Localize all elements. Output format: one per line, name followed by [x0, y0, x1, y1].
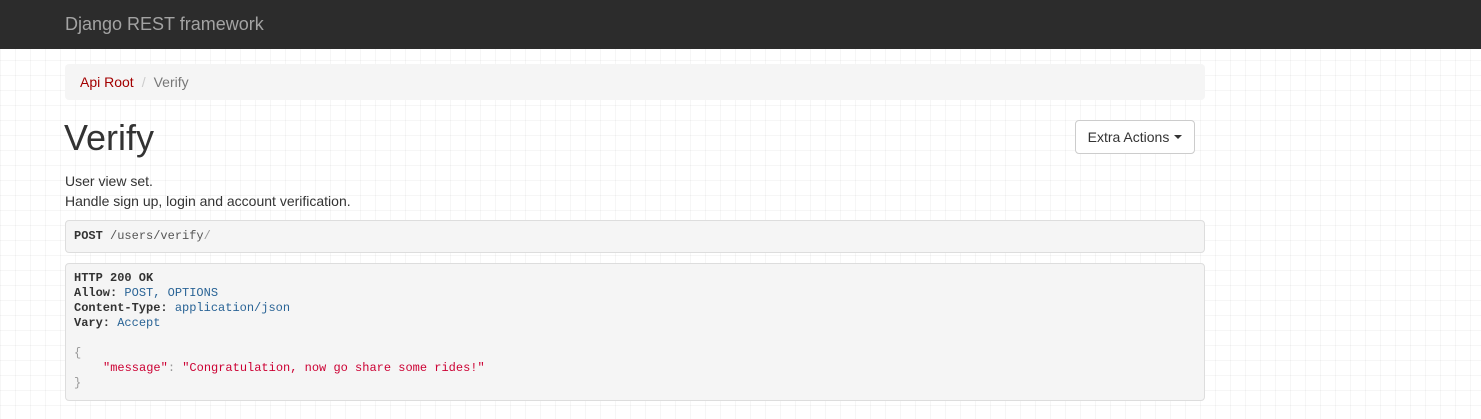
response-status: HTTP 200 OK [74, 271, 154, 285]
response-info: HTTP 200 OK Allow: POST, OPTIONS Content… [65, 263, 1205, 401]
response-header-key: Allow: [74, 286, 118, 300]
page-title: Verify [64, 117, 155, 158]
response-header-value: POST, OPTIONS [124, 286, 219, 300]
description-line: Handle sign up, login and account verifi… [65, 193, 351, 209]
extra-actions-label: Extra Actions [1087, 129, 1170, 145]
breadcrumb-api-root-link[interactable]: Api Root [80, 74, 134, 90]
extra-actions-button[interactable]: Extra Actions [1075, 120, 1195, 154]
breadcrumb-separator: / [141, 74, 146, 90]
json-open-brace: { [74, 346, 82, 360]
request-path-trailing-slash: / [203, 229, 211, 243]
json-key: "message" [103, 361, 168, 375]
breadcrumb: Api Root / Verify [65, 64, 1205, 100]
request-method: POST [74, 229, 103, 243]
breadcrumb-current: Verify [153, 74, 189, 90]
response-header-value: application/json [174, 301, 291, 315]
description-line: User view set. [65, 173, 153, 189]
response-header-value: Accept [117, 316, 161, 330]
request-info: POST /users/verify/ [65, 220, 1205, 253]
json-value: "Congratulation, now go share some rides… [182, 361, 485, 375]
caret-down-icon [1174, 135, 1183, 139]
json-close-brace: } [74, 376, 82, 390]
brand-link[interactable]: Django REST framework [65, 14, 264, 35]
response-header-key: Vary: [74, 316, 111, 330]
request-path: /users/verify [110, 229, 204, 243]
navbar: Django REST framework [0, 0, 1481, 49]
response-header-key: Content-Type: [74, 301, 168, 315]
view-description: User view set. Handle sign up, login and… [65, 171, 351, 211]
json-colon: : [167, 361, 176, 375]
